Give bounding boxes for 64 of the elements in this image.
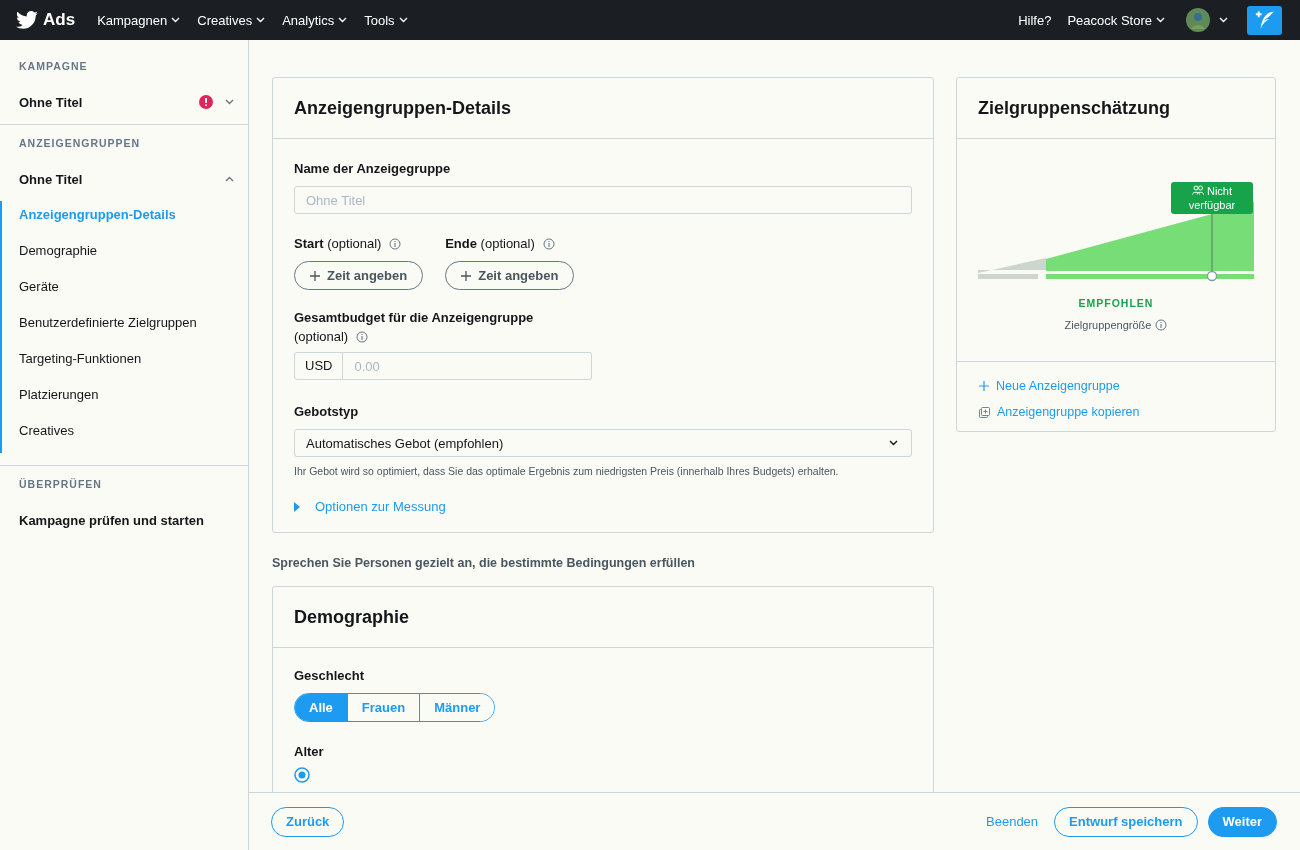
field-label: Alter	[294, 743, 325, 759]
audience-size-label: Zielgruppengröße	[1064, 319, 1152, 331]
caret-icon	[255, 15, 267, 25]
info-icon	[389, 237, 402, 250]
radio-icon[interactable]	[294, 766, 310, 783]
budget-input-field[interactable]: 0.00	[343, 352, 592, 380]
error-icon	[199, 95, 213, 109]
bid-type-dropdown[interactable]: Automatisches Gebot (empfohlen)	[294, 429, 912, 457]
set-time-button[interactable]: Zeit angeben	[294, 261, 424, 290]
section-heading: KAMPAGNE	[18, 59, 89, 72]
hint-text: Ihr Gebot wird so optimiert, dass Sie das optimale Ergebnis zum niedrigsten Preis (innerhalb Ihres Budgets) erhalten.	[294, 465, 840, 477]
nav-menu[interactable]: Analytics	[274, 12, 357, 28]
section-title[interactable]: Ohne Titel	[19, 94, 199, 110]
people-icon	[1191, 185, 1204, 195]
sidebar-item[interactable]: Platzierungen	[2, 381, 248, 417]
field-label: Name der Anzeigegruppe	[294, 161, 452, 176]
set-time-button[interactable]: Zeit angeben	[445, 261, 575, 290]
nav-menu[interactable]: Tools	[356, 12, 417, 28]
sidebar-item[interactable]: Benutzerdefinierte Zielgruppen	[2, 309, 248, 345]
field-label: Start (optional)	[294, 236, 382, 251]
card-title: Demographie	[273, 586, 933, 648]
caret-icon	[1218, 15, 1229, 25]
plus-icon	[979, 381, 989, 391]
sidebar-item[interactable]: Demographie	[2, 237, 248, 273]
section-heading: ÜBERPRÜFEN	[18, 477, 103, 490]
help-link[interactable]: Hilfe?	[1010, 12, 1060, 28]
caret-icon	[397, 15, 409, 25]
field-label: Geschlecht	[294, 667, 366, 683]
sidebar-item[interactable]: Targeting-Funktionen	[2, 345, 248, 381]
bird-logo-icon	[16, 11, 38, 29]
info-icon	[542, 237, 555, 250]
field-label: Gesamtbudget für die Anzeigengruppe	[294, 310, 535, 325]
info-icon	[356, 330, 369, 343]
chevron-down-icon	[888, 438, 900, 448]
avatar-icon	[1186, 8, 1210, 32]
caret-icon	[337, 15, 349, 25]
brand-name: Ads	[43, 10, 76, 30]
account-menu[interactable]: Peacock Store	[1059, 12, 1174, 28]
unavailable-tooltip: Nicht verfügbar	[1171, 182, 1253, 214]
section-title[interactable]: Kampagne prüfen und starten	[19, 512, 236, 528]
caret-icon	[170, 15, 182, 25]
card-title: Zielgruppenschätzung	[957, 78, 1275, 139]
recommendation-label: EMPFOHLEN	[1077, 297, 1155, 309]
field-label: Ende (optional)	[445, 236, 535, 251]
section-heading: ANZEIGENGRUPPEN	[18, 136, 142, 149]
section-intro-text: Sprechen Sie Personen gezielt an, die bestimmte Bedingungen erfüllen	[272, 555, 696, 570]
field-label: Gebotstyp	[294, 404, 360, 419]
avatar-menu[interactable]	[1186, 8, 1229, 32]
optional-note: (optional)	[294, 329, 349, 344]
sidebar-item[interactable]: Creatives	[2, 417, 248, 453]
plus-icon	[310, 270, 320, 281]
nav-menu[interactable]: Creatives	[189, 12, 275, 28]
card-title: Anzeigengruppen-Details	[273, 78, 933, 139]
name-input-field[interactable]: Ohne Titel	[294, 186, 912, 214]
info-icon	[1155, 319, 1168, 331]
caret-right-icon	[294, 501, 301, 512]
plus-icon	[461, 270, 472, 281]
nav-menu[interactable]: Kampagnen	[89, 12, 190, 28]
copy-icon	[979, 406, 990, 418]
sidebar-item[interactable]: Geräte	[2, 273, 248, 309]
caret-icon	[1155, 15, 1166, 25]
compose-button[interactable]	[1247, 5, 1282, 35]
currency-label: USD	[294, 352, 344, 380]
section-title[interactable]: Ohne Titel	[19, 171, 224, 187]
